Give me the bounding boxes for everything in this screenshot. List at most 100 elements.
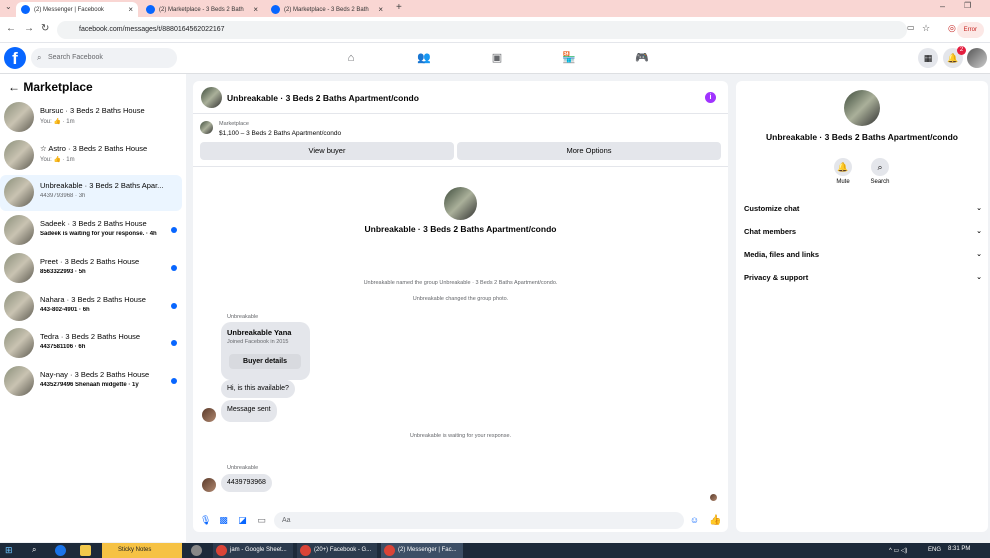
cast-icon[interactable]: ▭: [907, 23, 915, 32]
forward-icon[interactable]: →: [24, 23, 34, 34]
media-files-section[interactable]: Media, files and links ⌄: [744, 250, 982, 259]
privacy-support-section[interactable]: Privacy & support ⌄: [744, 273, 982, 282]
windows-taskbar: ⊞ ⌕ Sticky Notes jam - Google Sheet... (…: [0, 543, 990, 558]
tab-list-icon[interactable]: ⌄: [5, 2, 12, 11]
chat-title[interactable]: Unbreakable · 3 Beds 2 Baths Apartment/c…: [227, 93, 419, 103]
photo-icon[interactable]: ▩: [218, 515, 229, 526]
chevron-down-icon: ⌄: [976, 205, 982, 212]
minimize-icon[interactable]: –: [940, 1, 945, 11]
message-bubble[interactable]: Message sent: [221, 400, 277, 422]
conversation-item[interactable]: Nahara · 3 Beds 2 Baths House 443-802-490…: [0, 289, 182, 325]
message-bubble[interactable]: 4439793968: [221, 474, 272, 492]
back-icon[interactable]: ←: [6, 23, 16, 34]
customize-chat-section[interactable]: Customize chat ⌄: [744, 204, 982, 213]
details-title: Unbreakable · 3 Beds 2 Baths Apartment/c…: [766, 132, 958, 142]
bookmark-star-icon[interactable]: ☆: [922, 23, 930, 34]
close-tab-icon[interactable]: ×: [378, 5, 383, 14]
chrome-icon: [216, 545, 227, 556]
taskbar-item-facebook[interactable]: (20+) Facebook - G...: [297, 543, 377, 558]
chat-header: Unbreakable · 3 Beds 2 Baths Apartment/c…: [193, 81, 728, 114]
watch-icon[interactable]: ▣: [489, 50, 505, 66]
file-explorer-icon[interactable]: [80, 545, 91, 556]
url-field[interactable]: facebook.com/messages/t/8880164562022167: [57, 21, 907, 39]
buyer-details-button[interactable]: Buyer details: [229, 354, 301, 369]
sender-name: Unbreakable: [227, 465, 259, 471]
browser-tab-bar: ⌄ (2) Messenger | Facebook × (2) Marketp…: [0, 0, 990, 17]
tab-title: (2) Marketplace - 3 Beds 2 Bath: [284, 6, 369, 13]
edge-icon[interactable]: [55, 545, 66, 556]
chevron-down-icon: ⌄: [976, 274, 982, 281]
conversation-item[interactable]: Nay-nay · 3 Beds 2 Baths House 4435279496…: [0, 364, 182, 400]
message-input[interactable]: Aa: [274, 512, 684, 529]
taskbar-label: (20+) Facebook - G...: [314, 547, 372, 553]
group-photo[interactable]: [844, 90, 880, 126]
restore-icon[interactable]: ❐: [964, 1, 971, 10]
microphone-icon[interactable]: 🎙: [200, 515, 211, 526]
facebook-favicon-icon: [146, 5, 155, 14]
unread-dot: [171, 264, 177, 271]
friends-icon[interactable]: 👥: [416, 50, 432, 66]
conversation-preview: 4437581106 · 6h: [40, 344, 86, 351]
conversation-item[interactable]: Bursuc · 3 Beds 2 Baths House You: 👍 · 1m: [0, 100, 182, 136]
reload-icon[interactable]: ↻: [41, 23, 49, 34]
conversation-name: Bursuc · 3 Beds 2 Baths House: [40, 106, 145, 115]
gif-icon[interactable]: ▭: [256, 515, 267, 526]
facebook-logo[interactable]: f: [4, 47, 26, 69]
sticker-icon[interactable]: ◪: [237, 515, 248, 526]
tab-messenger[interactable]: (2) Messenger | Facebook ×: [16, 2, 138, 17]
listing-price-title[interactable]: $1,100 – 3 Beds 2 Baths Apartment/condo: [219, 130, 341, 137]
chat-members-section[interactable]: Chat members ⌄: [744, 227, 982, 236]
message-placeholder: Aa: [282, 517, 291, 524]
emoji-icon[interactable]: ☺: [689, 515, 700, 526]
account-avatar[interactable]: [967, 48, 987, 68]
search-icon[interactable]: ⌕: [32, 545, 36, 555]
error-button[interactable]: Error: [956, 22, 984, 38]
message-bubble[interactable]: Hi, is this available?: [221, 380, 295, 398]
section-label: Customize chat: [744, 204, 800, 213]
conversation-item[interactable]: Unbreakable · 3 Beds 2 Baths Apar... 4439…: [0, 175, 182, 212]
gaming-icon[interactable]: 🎮: [634, 50, 650, 66]
taskbar-item-sheets[interactable]: jam - Google Sheet...: [213, 543, 293, 558]
taskbar-label: Sticky Notes: [118, 547, 152, 553]
sender-avatar[interactable]: [202, 478, 216, 492]
mute-bell-icon[interactable]: 🔔: [834, 158, 852, 176]
taskbar-item-messenger[interactable]: (2) Messenger | Fac...: [381, 543, 463, 558]
divider: [193, 166, 728, 167]
view-buyer-button[interactable]: View buyer: [200, 142, 454, 160]
close-tab-icon[interactable]: ×: [128, 5, 133, 14]
marketplace-icon[interactable]: 🏪: [561, 50, 577, 66]
back-arrow-icon[interactable]: ←: [8, 80, 20, 94]
info-icon[interactable]: i: [705, 92, 716, 103]
chevron-down-icon: ⌄: [976, 251, 982, 258]
facebook-search-input[interactable]: ⌕ Search Facebook: [31, 48, 177, 68]
app-icon[interactable]: [191, 545, 202, 556]
unread-dot: [171, 227, 177, 234]
group-avatar[interactable]: [201, 87, 222, 108]
notification-badge: 2: [957, 46, 966, 55]
sender-avatar[interactable]: [202, 408, 216, 422]
more-options-button[interactable]: More Options: [457, 142, 721, 160]
profile-icon[interactable]: ◎: [948, 23, 956, 34]
windows-start-icon[interactable]: ⊞: [5, 545, 13, 556]
like-thumb-icon[interactable]: 👍: [709, 515, 721, 526]
conversation-preview: 8563322993 · 5h: [40, 268, 86, 275]
home-icon[interactable]: ⌂: [343, 50, 359, 66]
menu-grid-icon[interactable]: ▦: [918, 48, 938, 68]
url-text: facebook.com/messages/t/8880164562022167: [79, 26, 225, 33]
conversation-name: Unbreakable · 3 Beds 2 Baths Apar...: [40, 181, 164, 191]
close-tab-icon[interactable]: ×: [253, 5, 258, 14]
conversation-item[interactable]: Sadeek · 3 Beds 2 Baths House Sadeek is w…: [0, 213, 182, 249]
tab-marketplace-1[interactable]: (2) Marketplace - 3 Beds 2 Bath ×: [141, 2, 263, 17]
unread-dot: [171, 302, 177, 309]
conversation-item[interactable]: ☆ Astro · 3 Beds 2 Baths House You: 👍 · 1…: [0, 138, 182, 174]
search-icon[interactable]: ⌕: [871, 158, 889, 176]
taskbar-item-sticky-notes[interactable]: Sticky Notes: [102, 543, 182, 558]
facebook-top-nav: f ⌕ Search Facebook ⌂ 👥 ▣ 🏪 🎮 ▦ 🔔 2: [0, 43, 990, 74]
language-indicator[interactable]: ENG: [928, 547, 941, 553]
system-tray-icons[interactable]: ^ ▭ ◁): [889, 547, 907, 554]
tab-marketplace-2[interactable]: (2) Marketplace - 3 Beds 2 Bath ×: [266, 2, 388, 17]
new-tab-button[interactable]: +: [396, 2, 402, 13]
conversation-item[interactable]: Tedra · 3 Beds 2 Baths House 4437581106 ·…: [0, 326, 182, 362]
clock-time[interactable]: 8:31 PM: [948, 546, 970, 552]
conversation-item[interactable]: Preet · 3 Beds 2 Baths House 8563322993 ·…: [0, 251, 182, 287]
